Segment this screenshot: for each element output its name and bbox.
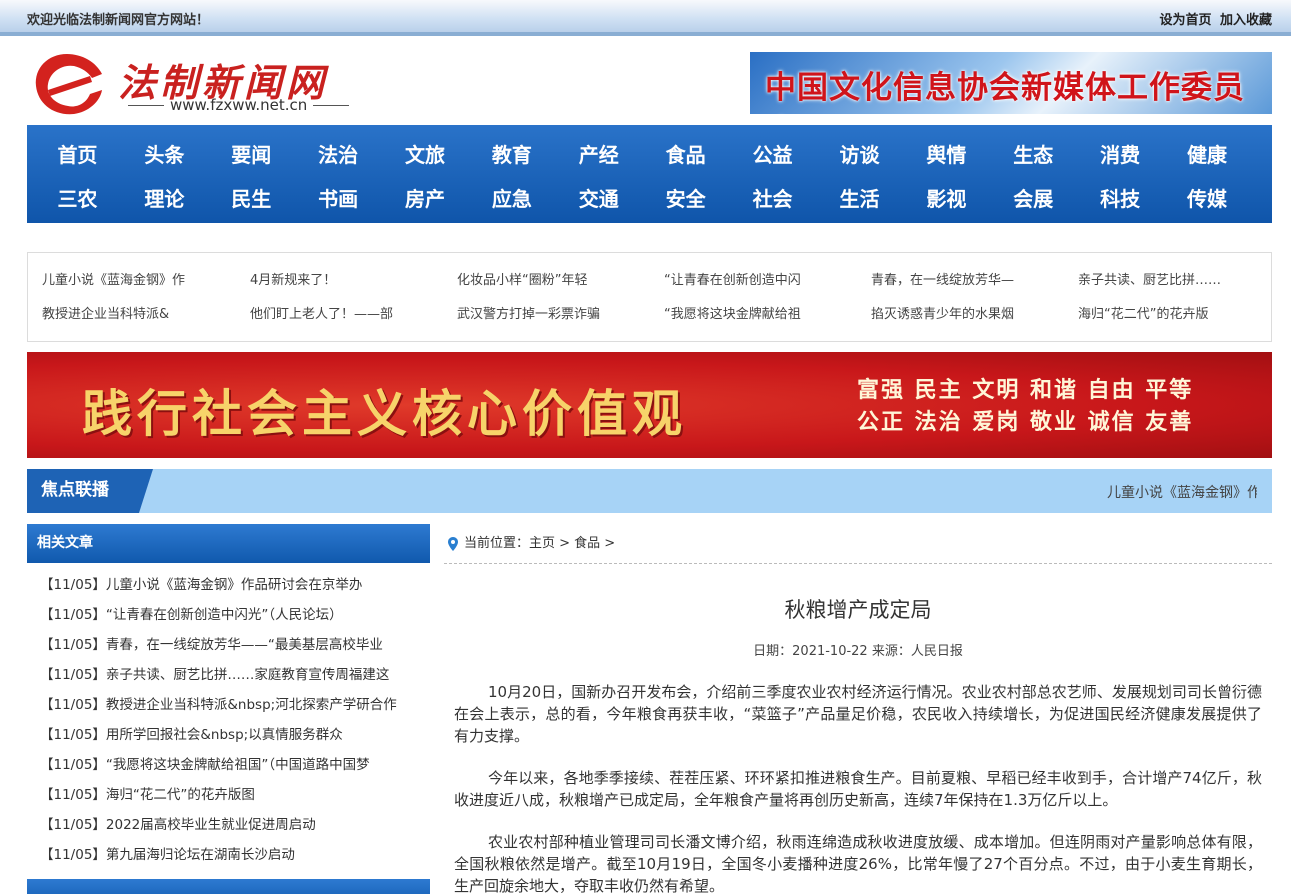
logo-url-text: www.fzxww.net.cn <box>170 96 308 114</box>
article-title: 秋粮增产成定局 <box>784 598 932 622</box>
article-meta: 日期：2021-10-22 来源：人民日报 <box>753 644 963 659</box>
nav-item[interactable]: 房产 <box>382 177 469 221</box>
ticker-link[interactable]: 青春，在一线绽放芳华— <box>871 269 1061 288</box>
ticker-link[interactable]: 4月新规来了！ <box>250 269 440 288</box>
nav-item[interactable]: 安全 <box>642 177 729 221</box>
list-item[interactable]: 【11/05】第九届海归论坛在湖南长沙启动 <box>27 840 430 870</box>
list-item[interactable]: 【11/05】青春，在一线绽放芳华——“最美基层高校毕业 <box>27 630 430 660</box>
set-home-link[interactable]: 设为首页 <box>1159 13 1211 28</box>
ticker-link[interactable]: 教授进企业当科特派& <box>42 303 232 322</box>
nav-item[interactable]: 食品 <box>642 133 729 177</box>
nav-item[interactable]: 舆情 <box>903 133 990 177</box>
main-nav: 首页 头条 要闻 法治 文旅 教育 产经 食品 公益 访谈 舆情 生态 消费 健… <box>27 125 1272 223</box>
nav-item[interactable]: 产经 <box>555 133 642 177</box>
nav-item[interactable]: 健康 <box>1164 133 1251 177</box>
nav-item[interactable]: 传媒 <box>1164 177 1251 221</box>
nav-item[interactable]: 法治 <box>295 133 382 177</box>
nav-item[interactable]: 访谈 <box>816 133 903 177</box>
list-item[interactable]: 【11/05】海归“花二代”的花卉版图 <box>27 780 430 810</box>
ticker-link[interactable]: 儿童小说《蓝海金钢》作 <box>42 269 232 288</box>
nav-item[interactable]: 书画 <box>295 177 382 221</box>
nav-item[interactable]: 消费 <box>1077 133 1164 177</box>
location-pin-icon <box>448 536 458 551</box>
focus-tag: 焦点联播 <box>27 469 139 513</box>
top-bar: 欢迎光临法制新闻网官方网站！ 设为首页 加入收藏 <box>0 0 1291 36</box>
ticker-link[interactable]: 海归“花二代”的花卉版 <box>1078 303 1238 322</box>
add-favorite-link[interactable]: 加入收藏 <box>1220 13 1272 28</box>
article-paragraph: 今年以来，各地季季接续、茬茬压紧、环环紧扣推进粮食生产。目前夏粮、早稻已经丰收到… <box>454 769 1262 809</box>
related-articles-list: 【11/05】儿童小说《蓝海金钢》作品研讨会在京举办 【11/05】“让青春在创… <box>27 570 430 870</box>
nav-item[interactable]: 会展 <box>990 177 1077 221</box>
nav-item[interactable]: 头条 <box>121 133 208 177</box>
media-committee-text: 中国文化信息协会新媒体工作委员会 <box>765 70 1245 106</box>
list-item[interactable]: 【11/05】用所学回报社会&nbsp;以真情服务群众 <box>27 720 430 750</box>
list-item[interactable]: 【11/05】教授进企业当科特派&nbsp;河北探索产学研合作 <box>27 690 430 720</box>
ticker-link[interactable]: 亲子共读、厨艺比拼…… <box>1078 269 1238 288</box>
article-paragraph: 农业农村部种植业管理司司长潘文博介绍，秋雨连绵造成秋收进度放缓、成本增加。但连阴… <box>454 833 1262 894</box>
list-item[interactable]: 【11/05】2022届高校毕业生就业促进周启动 <box>27 810 430 840</box>
core-values-line-2: 公正 法治 爱岗 敬业 诚信 友善 <box>857 409 1194 435</box>
site-logo[interactable]: 法制新闻网 www.fzxww.net.cn <box>30 50 360 120</box>
second-sidebar-heading <box>27 879 430 894</box>
list-item[interactable]: 【11/05】“让青春在创新创造中闪光”（人民论坛） <box>27 600 430 630</box>
media-committee-banner[interactable]: 中国文化信息协会新媒体工作委员会 <box>750 52 1272 114</box>
nav-item[interactable]: 教育 <box>468 133 555 177</box>
headline-ticker: 儿童小说《蓝海金钢》作 4月新规来了！ 化妆品小样“圈粉”年轻 “让青春在创新创… <box>27 252 1272 342</box>
breadcrumb-text[interactable]: 当前位置：主页 > 食品 > <box>464 536 615 551</box>
ticker-link[interactable]: 掐灭诱惑青少年的水果烟 <box>871 303 1061 322</box>
nav-item[interactable]: 生活 <box>816 177 903 221</box>
logo-mark-icon <box>35 54 102 115</box>
core-values-title: 践行社会主义核心价值观 <box>82 384 687 443</box>
ticker-link[interactable]: “我愿将这块金牌献给祖 <box>664 303 854 322</box>
nav-item[interactable]: 影视 <box>903 177 990 221</box>
related-articles: 相关文章 【11/05】儿童小说《蓝海金钢》作品研讨会在京举办 【11/05】“… <box>27 524 430 870</box>
ticker-link[interactable]: 武汉警方打掉一彩票诈骗 <box>457 303 647 322</box>
breadcrumb: 当前位置：主页 > 食品 > <box>444 524 1272 564</box>
ticker-link[interactable]: 他们盯上老人了！——部 <box>250 303 440 322</box>
list-item[interactable]: 【11/05】儿童小说《蓝海金钢》作品研讨会在京举办 <box>27 570 430 600</box>
list-item[interactable]: 【11/05】亲子共读、厨艺比拼……家庭教育宣传周福建这 <box>27 660 430 690</box>
list-item[interactable]: 【11/05】“我愿将这块金牌献给祖国”（中国道路中国梦 <box>27 750 430 780</box>
nav-item[interactable]: 文旅 <box>382 133 469 177</box>
nav-item[interactable]: 首页 <box>34 133 121 177</box>
top-links: 设为首页 加入收藏 <box>1155 9 1272 28</box>
focus-scroll-link[interactable]: 儿童小说《蓝海金钢》作 <box>1107 482 1257 502</box>
nav-item[interactable]: 社会 <box>729 177 816 221</box>
nav-item[interactable]: 三农 <box>34 177 121 221</box>
nav-item[interactable]: 交通 <box>555 177 642 221</box>
welcome-text: 欢迎光临法制新闻网官方网站！ <box>27 13 210 28</box>
nav-item[interactable]: 民生 <box>208 177 295 221</box>
nav-row-2: 三农 理论 民生 书画 房产 应急 交通 安全 社会 生活 影视 会展 科技 传… <box>27 177 1250 221</box>
related-articles-heading: 相关文章 <box>27 524 430 563</box>
article: 当前位置：主页 > 食品 > 秋粮增产成定局 日期：2021-10-22 来源：… <box>444 524 1272 894</box>
focus-bar: 焦点联播 儿童小说《蓝海金钢》作 <box>27 469 1272 513</box>
nav-item[interactable]: 生态 <box>990 133 1077 177</box>
article-paragraph: 10月20日，国新办召开发布会，介绍前三季度农业农村经济运行情况。农业农村部总农… <box>454 683 1262 745</box>
focus-tag-edge <box>139 469 153 513</box>
logo-url: www.fzxww.net.cn <box>122 96 355 114</box>
nav-row-1: 首页 头条 要闻 法治 文旅 教育 产经 食品 公益 访谈 舆情 生态 消费 健… <box>27 133 1250 177</box>
core-values-list: 富强 民主 文明 和谐 自由 平等 公正 法治 爱岗 敬业 诚信 友善 <box>857 374 1193 438</box>
nav-item[interactable]: 要闻 <box>208 133 295 177</box>
nav-item[interactable]: 科技 <box>1077 177 1164 221</box>
ticker-link[interactable]: 化妆品小样“圈粉”年轻 <box>457 269 647 288</box>
nav-item[interactable]: 应急 <box>468 177 555 221</box>
ticker-link[interactable]: “让青春在创新创造中闪 <box>664 269 854 288</box>
nav-item[interactable]: 公益 <box>729 133 816 177</box>
core-values-banner[interactable]: 践行社会主义核心价值观 富强 民主 文明 和谐 自由 平等 公正 法治 爱岗 敬… <box>27 352 1272 458</box>
nav-item[interactable]: 理论 <box>121 177 208 221</box>
core-values-line-1: 富强 民主 文明 和谐 自由 平等 <box>857 377 1194 403</box>
